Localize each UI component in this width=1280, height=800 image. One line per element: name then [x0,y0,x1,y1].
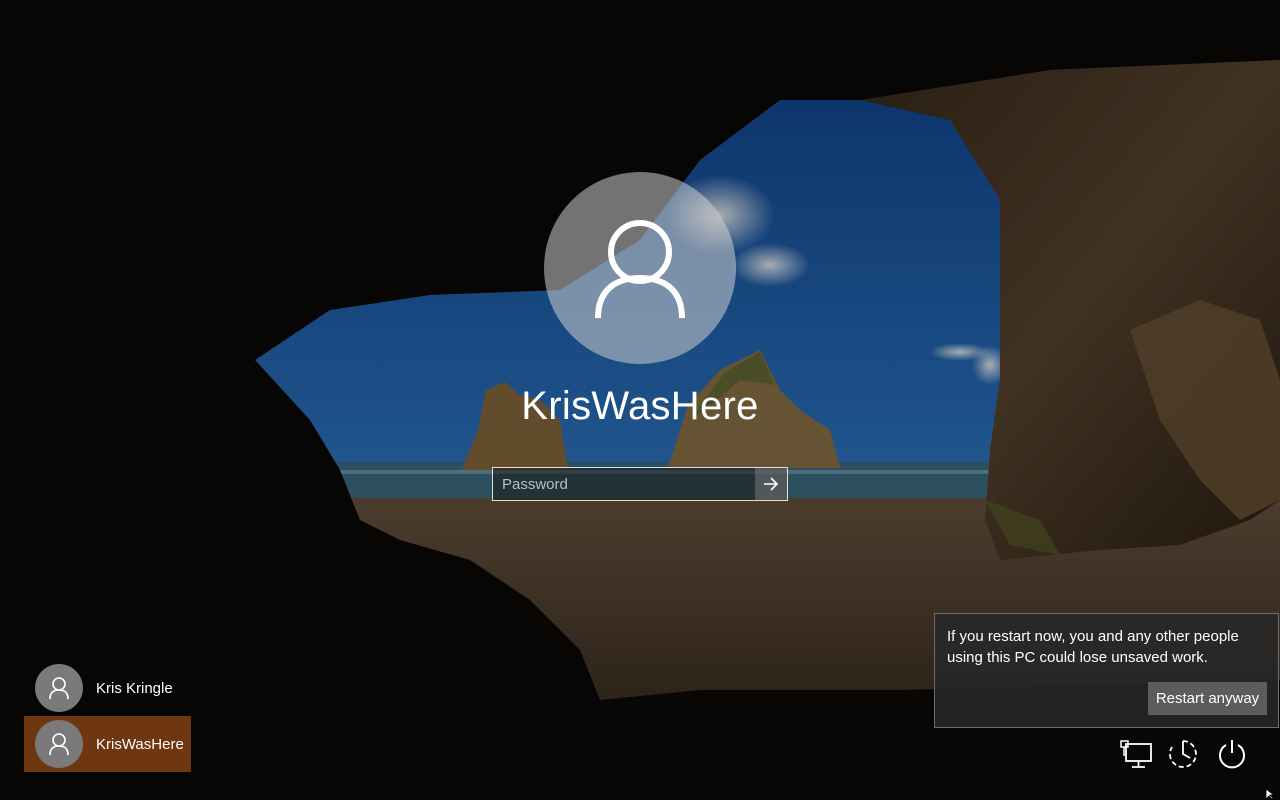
current-user-avatar [544,172,736,364]
network-icon [1120,740,1152,768]
current-username: KrisWasHere [521,384,759,428]
user-name-label: KrisWasHere [96,735,184,753]
restart-warning-message: If you restart now, you and any other pe… [947,628,1239,666]
user-avatar [35,664,83,712]
power-button[interactable] [1214,736,1250,772]
user-icon [49,677,69,700]
user-name-label: Kris Kringle [96,679,173,697]
restart-anyway-button[interactable]: Restart anyway [1148,682,1267,715]
user-item-kriswashere[interactable]: KrisWasHere [24,716,191,772]
user-icon [49,733,69,756]
user-icon [595,220,685,319]
ease-of-access-button[interactable] [1165,736,1201,772]
user-item-kris-kringle[interactable]: Kris Kringle [24,660,191,716]
network-button[interactable] [1118,736,1154,772]
submit-button[interactable] [755,468,787,500]
user-avatar [35,720,83,768]
ease-of-access-icon [1169,740,1197,768]
power-icon [1219,740,1245,769]
mouse-cursor-icon [1265,788,1276,800]
user-switcher-list: Kris Kringle KrisWasHere [24,660,191,772]
password-input[interactable] [493,468,755,500]
password-field-container [492,467,788,501]
arrow-right-icon [764,477,779,491]
restart-warning-flyout: If you restart now, you and any other pe… [934,613,1279,728]
